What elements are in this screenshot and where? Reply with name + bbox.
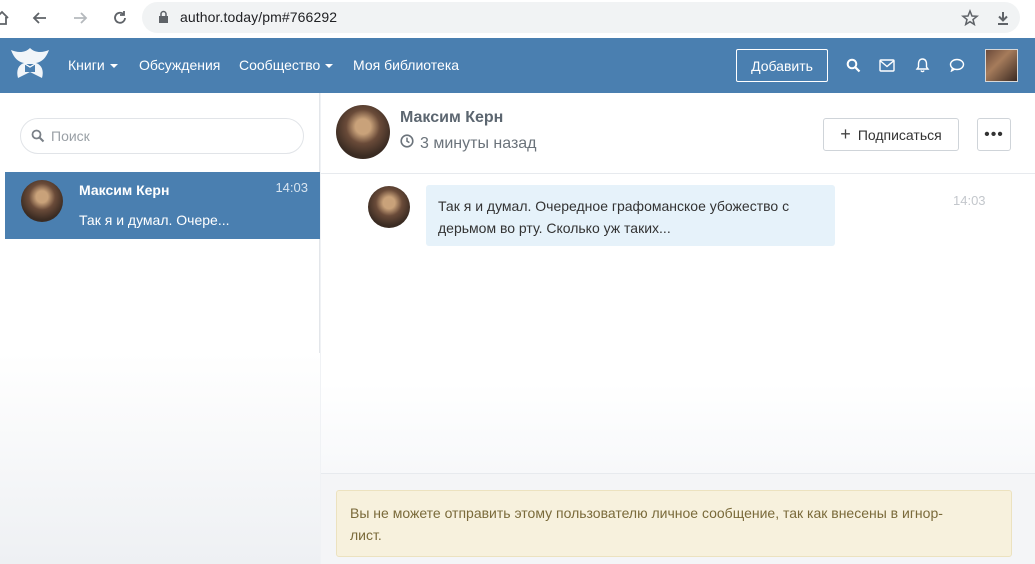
search-input[interactable]: Поиск bbox=[20, 118, 304, 154]
conversation-name: Максим Керн bbox=[79, 182, 170, 198]
chat-background bbox=[321, 383, 1035, 473]
address-bar[interactable]: author.today/pm#766292 bbox=[142, 2, 1020, 33]
message: Так я и думал. Очередное графоманское уб… bbox=[321, 175, 1035, 265]
search-icon[interactable] bbox=[844, 56, 862, 74]
caret-down-icon bbox=[325, 64, 334, 69]
mail-icon[interactable] bbox=[878, 56, 896, 74]
warning-text-line: лист. bbox=[350, 527, 382, 543]
clock-icon bbox=[400, 134, 414, 153]
menu-my-library[interactable]: Моя библиотека bbox=[353, 57, 459, 73]
chat-header: Максим Керн 3 минуты назад + Подписаться… bbox=[321, 93, 1035, 174]
conversation-time: 14:03 bbox=[275, 180, 308, 195]
message-text-line: дерьмом во рту. Сколько уж таких... bbox=[438, 220, 671, 236]
caret-down-icon bbox=[109, 64, 118, 69]
search-placeholder: Поиск bbox=[51, 128, 90, 144]
site-header: Книги Обсуждения Сообщество Моя библиоте… bbox=[0, 38, 1035, 93]
url-text: author.today/pm#766292 bbox=[180, 9, 338, 25]
avatar bbox=[21, 180, 63, 222]
lock-icon bbox=[158, 10, 169, 29]
avatar[interactable] bbox=[336, 105, 390, 159]
blocked-warning: Вы не можете отправить этому пользовател… bbox=[336, 490, 1012, 557]
subscribe-label: Подписаться bbox=[857, 126, 942, 143]
add-button[interactable]: Добавить bbox=[736, 49, 828, 82]
chat-user-name[interactable]: Максим Керн bbox=[400, 109, 503, 127]
message-bubble: Так я и думал. Очередное графоманское уб… bbox=[426, 185, 835, 246]
subscribe-button[interactable]: + Подписаться bbox=[823, 118, 959, 151]
last-seen-text: 3 минуты назад bbox=[420, 134, 537, 152]
menu-community[interactable]: Сообщество bbox=[239, 57, 334, 73]
conversation-item[interactable]: Максим Керн 14:03 Так я и думал. Очере..… bbox=[5, 172, 320, 239]
browser-toolbar: author.today/pm#766292 bbox=[0, 0, 1035, 38]
search-icon bbox=[31, 129, 45, 148]
avatar[interactable] bbox=[368, 186, 410, 228]
panel-background bbox=[0, 353, 320, 564]
conversation-snippet: Так я и думал. Очере... bbox=[79, 212, 230, 228]
menu-discussions[interactable]: Обсуждения bbox=[139, 57, 220, 73]
reload-icon[interactable] bbox=[108, 6, 132, 30]
bookmark-star-icon[interactable] bbox=[958, 6, 982, 30]
message-time: 14:03 bbox=[953, 193, 986, 208]
plus-icon: + bbox=[840, 124, 851, 144]
home-icon[interactable] bbox=[0, 6, 14, 30]
more-options-button[interactable]: ••• bbox=[977, 118, 1011, 151]
bell-icon[interactable] bbox=[913, 56, 931, 74]
warning-text-line: Вы не можете отправить этому пользовател… bbox=[350, 505, 943, 521]
download-icon[interactable] bbox=[991, 6, 1015, 30]
author-today-logo[interactable] bbox=[8, 44, 52, 84]
menu-books[interactable]: Книги bbox=[68, 57, 118, 73]
chat-panel: Максим Керн 3 минуты назад + Подписаться… bbox=[321, 93, 1035, 564]
forward-icon[interactable] bbox=[68, 6, 92, 30]
message-text-line: Так я и думал. Очередное графоманское уб… bbox=[438, 198, 790, 214]
conversation-list-panel: Поиск Максим Керн 14:03 Так я и думал. О… bbox=[0, 93, 320, 564]
compose-area: Вы не можете отправить этому пользовател… bbox=[321, 473, 1035, 564]
last-seen-status: 3 минуты назад bbox=[400, 134, 537, 153]
back-icon[interactable] bbox=[28, 6, 52, 30]
chat-bubble-icon[interactable] bbox=[948, 56, 966, 74]
user-avatar[interactable] bbox=[985, 49, 1018, 82]
